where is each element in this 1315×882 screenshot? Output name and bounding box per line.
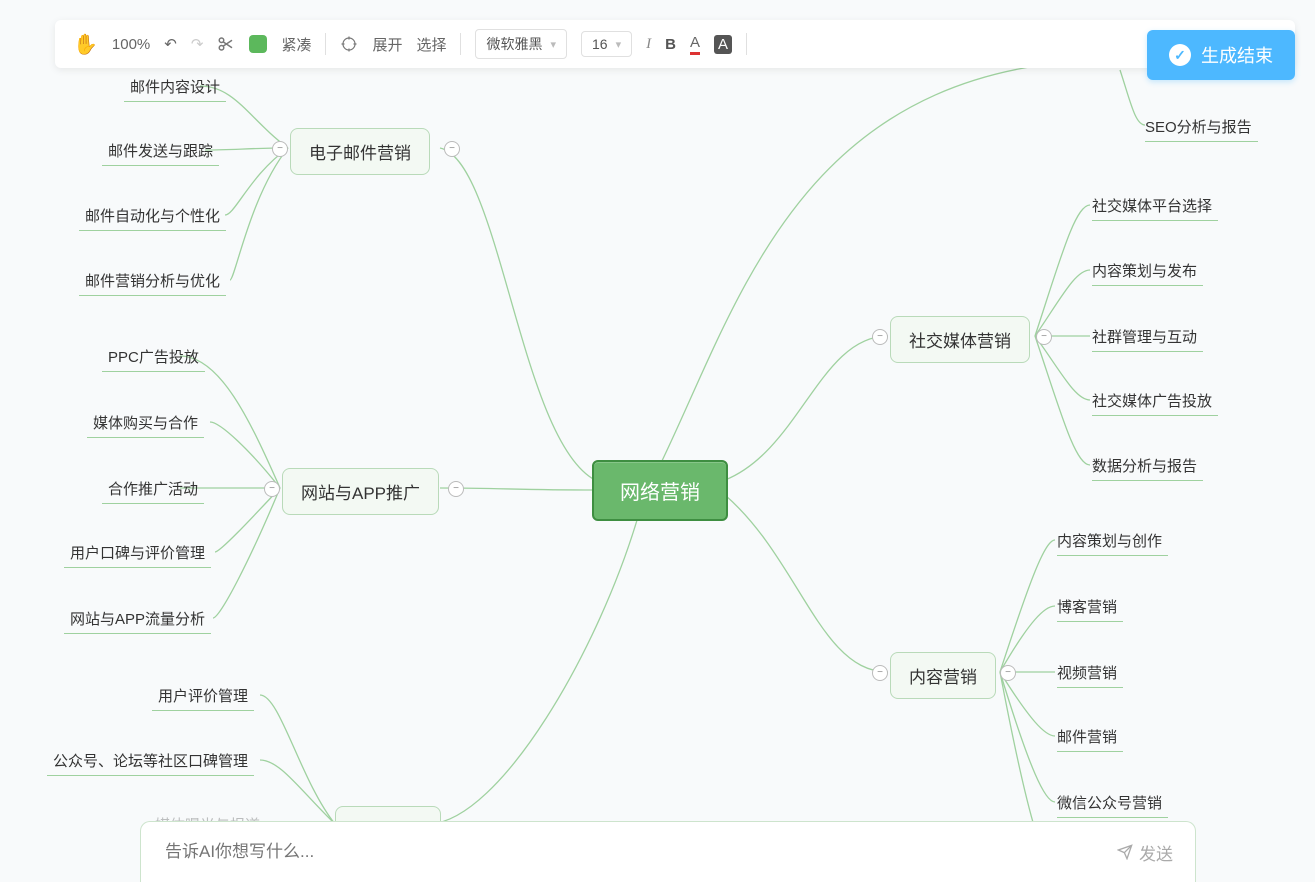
ai-prompt-input[interactable]: [163, 841, 1117, 863]
leaf-node[interactable]: 邮件营销: [1057, 726, 1117, 747]
layout-mode[interactable]: 紧凑: [281, 34, 311, 55]
collapse-icon[interactable]: −: [872, 665, 888, 681]
root-node[interactable]: 网络营销: [592, 460, 728, 521]
leaf-node[interactable]: PPC广告投放: [108, 346, 199, 367]
leaf-node[interactable]: 用户评价管理: [158, 685, 248, 706]
leaf-node[interactable]: 社群管理与互动: [1092, 326, 1197, 347]
leaf-node[interactable]: 合作推广活动: [108, 478, 198, 499]
leaf-node[interactable]: 用户口碑与评价管理: [70, 542, 205, 563]
leaf-node[interactable]: SEO分析与报告: [1145, 116, 1252, 137]
status-label: 生成结束: [1201, 42, 1273, 68]
send-icon: [1117, 844, 1133, 860]
collapse-icon[interactable]: −: [1000, 665, 1016, 681]
leaf-node[interactable]: 邮件营销分析与优化: [85, 270, 220, 291]
target-icon[interactable]: [340, 35, 358, 53]
leaf-node[interactable]: 邮件发送与跟踪: [108, 140, 213, 161]
leaf-node[interactable]: 微信公众号营销: [1057, 792, 1162, 813]
collapse-icon[interactable]: −: [264, 481, 280, 497]
text-color-button[interactable]: A: [690, 34, 700, 55]
collapse-icon[interactable]: −: [872, 329, 888, 345]
undo-icon[interactable]: ↶: [164, 35, 177, 53]
color-swatch[interactable]: [249, 35, 267, 53]
branch-website[interactable]: 网站与APP推广: [282, 468, 439, 515]
collapse-icon[interactable]: −: [444, 141, 460, 157]
collapse-icon[interactable]: −: [1036, 329, 1052, 345]
collapse-icon[interactable]: −: [272, 141, 288, 157]
leaf-node[interactable]: 视频营销: [1057, 662, 1117, 683]
generation-status-button[interactable]: ✓ 生成结束: [1147, 30, 1295, 80]
leaf-node[interactable]: 内容策划与发布: [1092, 260, 1197, 281]
cut-icon[interactable]: [217, 35, 235, 53]
font-name-label: 微软雅黑: [486, 34, 542, 54]
send-label: 发送: [1139, 840, 1173, 865]
leaf-node[interactable]: 媒体购买与合作: [93, 412, 198, 433]
zoom-level[interactable]: 100%: [112, 36, 150, 53]
separator: [746, 33, 747, 55]
branch-email[interactable]: 电子邮件营销: [290, 128, 430, 175]
check-icon: ✓: [1169, 44, 1191, 66]
expand-button[interactable]: 展开: [372, 34, 402, 55]
select-button[interactable]: 选择: [416, 34, 446, 55]
separator: [325, 33, 326, 55]
leaf-node[interactable]: 邮件内容设计: [130, 76, 220, 97]
pan-hand-icon[interactable]: ✋: [73, 32, 98, 57]
leaf-node[interactable]: 数据分析与报告: [1092, 455, 1197, 476]
send-button[interactable]: 发送: [1117, 840, 1173, 865]
italic-button[interactable]: I: [646, 36, 651, 53]
toolbar: ✋ 100% ↶ ↷ 紧凑 展开 选择 微软雅黑▾ 16▾ I B A A: [55, 20, 1295, 68]
leaf-node[interactable]: 社交媒体平台选择: [1092, 195, 1212, 216]
leaf-node[interactable]: 博客营销: [1057, 596, 1117, 617]
branch-social[interactable]: 社交媒体营销: [890, 316, 1030, 363]
separator: [460, 33, 461, 55]
mindmap-canvas[interactable]: 网络营销 电子邮件营销 − − 网站与APP推广 − − 口碑营销 社交媒体营销…: [0, 0, 1315, 882]
font-size-select[interactable]: 16▾: [581, 31, 632, 57]
bold-button[interactable]: B: [665, 36, 676, 53]
highlight-button[interactable]: A: [714, 35, 732, 54]
leaf-node[interactable]: 邮件自动化与个性化: [85, 205, 220, 226]
redo-icon[interactable]: ↷: [191, 35, 204, 53]
ai-chat-bar: 发送: [140, 821, 1196, 882]
font-family-select[interactable]: 微软雅黑▾: [475, 29, 567, 59]
font-size-label: 16: [592, 36, 608, 52]
branch-content[interactable]: 内容营销: [890, 652, 996, 699]
leaf-node[interactable]: 公众号、论坛等社区口碑管理: [53, 750, 248, 771]
leaf-node[interactable]: 内容策划与创作: [1057, 530, 1162, 551]
leaf-node[interactable]: 社交媒体广告投放: [1092, 390, 1212, 411]
collapse-icon[interactable]: −: [448, 481, 464, 497]
leaf-node[interactable]: 网站与APP流量分析: [70, 608, 205, 629]
